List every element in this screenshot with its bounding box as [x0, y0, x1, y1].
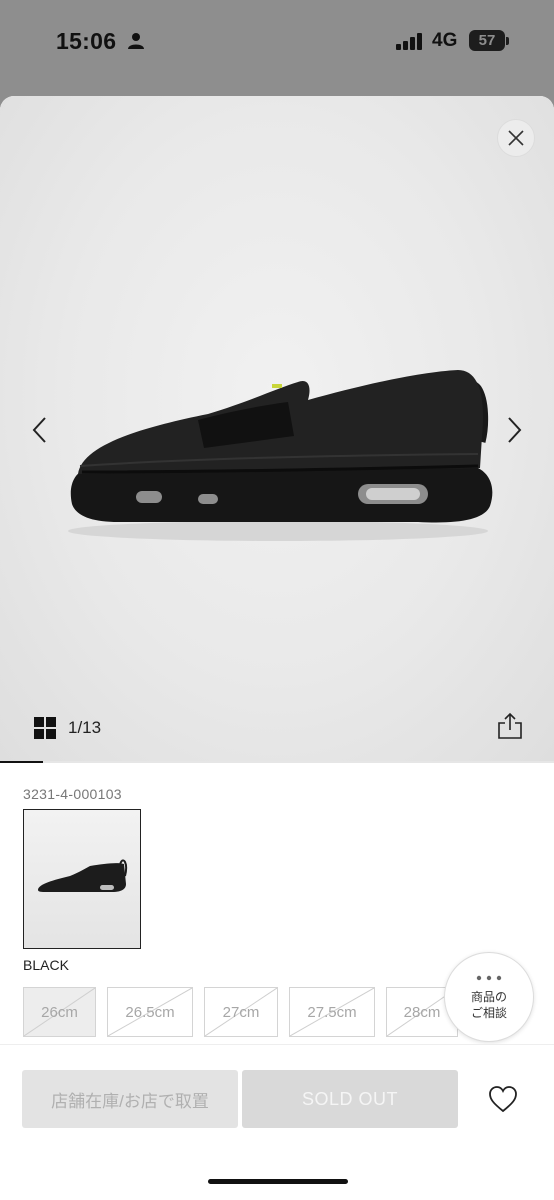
close-icon	[508, 130, 524, 146]
consult-button[interactable]: 商品の ご相談	[444, 952, 534, 1042]
size-option[interactable]: 27.5cm	[289, 987, 375, 1037]
size-label: 27.5cm	[307, 1003, 357, 1021]
heart-icon[interactable]	[487, 1084, 519, 1114]
home-indicator	[208, 1179, 348, 1184]
swatch-thumbnail	[38, 859, 128, 892]
color-name: BLACK	[23, 957, 69, 973]
store-reserve-button[interactable]: 店舗在庫/お店で取置	[22, 1070, 238, 1128]
battery-icon: 57	[469, 30, 505, 51]
network-type: 4G	[432, 30, 458, 51]
image-gallery[interactable]: 1/13	[0, 96, 554, 761]
gallery-progress	[0, 761, 554, 763]
size-label: 26.5cm	[125, 1003, 175, 1021]
prev-image-button[interactable]	[28, 414, 52, 446]
image-counter: 1/13	[68, 718, 102, 737]
product-sheet: 1/13 3231-4-000103 BLACK 26cm 26.5cm 27cm 2…	[0, 96, 554, 1200]
product-image	[68, 370, 493, 541]
battery-tip	[506, 37, 509, 45]
status-bar: 15:06 4G 57	[0, 0, 554, 90]
gallery-progress-fill	[0, 761, 43, 763]
color-swatch-black[interactable]	[23, 809, 141, 949]
share-icon[interactable]	[497, 712, 523, 740]
product-code: 3231-4-000103	[23, 786, 122, 802]
signal-icon	[396, 33, 422, 50]
next-image-button[interactable]	[502, 414, 526, 446]
size-option[interactable]: 27cm	[204, 987, 278, 1037]
sold-out-button[interactable]: SOLD OUT	[242, 1070, 458, 1128]
consult-label: 商品の ご相談	[470, 990, 507, 1020]
size-label: 28cm	[403, 1003, 441, 1021]
purchase-bar: 店舗在庫/お店で取置 SOLD OUT	[0, 1044, 554, 1200]
size-label: 26cm	[41, 1003, 78, 1021]
status-time: 15:06	[56, 28, 117, 54]
close-button[interactable]	[497, 119, 535, 157]
person-icon	[128, 33, 144, 49]
size-option[interactable]: 26cm	[23, 987, 96, 1037]
size-option[interactable]: 26.5cm	[107, 987, 193, 1037]
grid-icon[interactable]	[34, 717, 56, 739]
ellipsis-icon	[476, 975, 502, 981]
size-label: 27cm	[222, 1003, 260, 1021]
